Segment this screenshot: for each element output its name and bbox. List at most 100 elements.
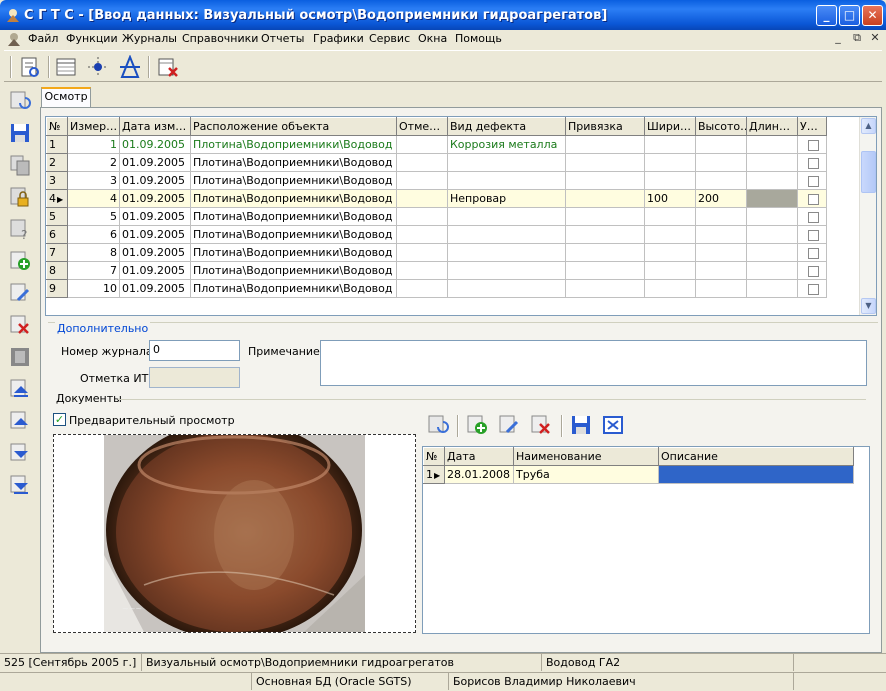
table-row[interactable]: 6 6 01.09.2005 Плотина\Водоприемники\Водово… xyxy=(46,225,827,244)
cell-location[interactable]: Плотина\Водоприемники\Водовод 1а xyxy=(190,135,397,154)
save-icon[interactable] xyxy=(569,413,593,437)
cell-measure[interactable]: 1 xyxy=(67,135,120,154)
menu-charts[interactable]: Графики xyxy=(313,32,364,45)
cell-measure[interactable]: 10 xyxy=(67,279,120,298)
doc-cell-name[interactable]: Труба xyxy=(513,465,659,484)
column-header-location[interactable]: Расположение объекта xyxy=(190,117,397,136)
table-row[interactable]: 3 3 01.09.2005 Плотина\Водоприемники\Водово… xyxy=(46,171,827,190)
document-row[interactable]: 1▶ 28.01.2008 Труба xyxy=(423,465,854,484)
menu-windows[interactable]: Окна xyxy=(418,32,447,45)
menu-functions[interactable]: Функции xyxy=(66,32,118,45)
row-checkbox[interactable] xyxy=(808,265,819,277)
film-icon[interactable] xyxy=(8,345,32,369)
doc-cell-date[interactable]: 28.01.2008 xyxy=(444,465,514,484)
table-row[interactable]: 5 5 01.09.2005 Плотина\Водоприемники\Водово… xyxy=(46,207,827,226)
cell-width[interactable] xyxy=(644,261,696,280)
cell-binding[interactable] xyxy=(565,135,645,154)
cell-mark[interactable] xyxy=(396,171,448,190)
cell-date[interactable]: 01.09.2005 xyxy=(119,207,191,226)
report-wizard-icon[interactable] xyxy=(18,55,42,79)
app-menu-icon[interactable] xyxy=(6,31,22,47)
menu-references[interactable]: Справочники xyxy=(182,32,258,45)
cell-measure[interactable]: 5 xyxy=(67,207,120,226)
pencil-icon[interactable] xyxy=(8,281,32,305)
scroll-thumb[interactable] xyxy=(861,151,876,193)
cell-location[interactable]: Плотина\Водоприемники\Водовод 5б xyxy=(190,279,397,298)
table-icon[interactable] xyxy=(54,55,78,79)
move-bottom-icon[interactable] xyxy=(8,473,32,497)
cell-defect[interactable] xyxy=(447,171,566,190)
cell-mark[interactable] xyxy=(396,261,448,280)
copy-icon[interactable] xyxy=(8,153,32,177)
cell-location[interactable]: Плотина\Водоприемники\Водовод 2а xyxy=(190,171,397,190)
menu-file[interactable]: Файл xyxy=(28,32,58,45)
cell-height[interactable] xyxy=(695,243,747,262)
cell-date[interactable]: 01.09.2005 xyxy=(119,171,191,190)
cell-length[interactable] xyxy=(746,189,798,208)
column-header-height[interactable]: Высото… xyxy=(695,117,747,136)
cell-date[interactable]: 01.09.2005 xyxy=(119,243,191,262)
cell-date[interactable]: 01.09.2005 xyxy=(119,135,191,154)
cell-mark[interactable] xyxy=(396,279,448,298)
it-mark-input[interactable] xyxy=(149,367,240,388)
table-row[interactable]: 1 1 01.09.2005 Плотина\Водоприемники\Водово… xyxy=(46,135,827,154)
row-checkbox[interactable] xyxy=(808,283,819,295)
add-icon[interactable] xyxy=(8,249,32,273)
column-header-date[interactable]: Дата изм… xyxy=(119,117,191,136)
cell-defect[interactable] xyxy=(447,279,566,298)
note-textarea[interactable] xyxy=(320,340,867,386)
cell-measure[interactable]: 2 xyxy=(67,153,120,172)
tab-inspection[interactable]: Осмотр xyxy=(41,87,91,107)
cell-width[interactable] xyxy=(644,135,696,154)
cell-length[interactable] xyxy=(746,225,798,244)
network-icon[interactable] xyxy=(86,55,110,79)
table-row[interactable]: 4▶ 4 01.09.2005 Плотина\Водоприемники\Водов… xyxy=(46,189,827,208)
cell-location[interactable]: Плотина\Водоприемники\Водовод 1б xyxy=(190,153,397,172)
cell-length[interactable] xyxy=(746,171,798,190)
cell-date[interactable]: 01.09.2005 xyxy=(119,279,191,298)
refresh-icon[interactable] xyxy=(426,413,450,437)
table-row[interactable]: 9 10 01.09.2005 Плотина\Водоприемники\Водов… xyxy=(46,279,827,298)
cell-mark[interactable] xyxy=(396,243,448,262)
cell-defect[interactable] xyxy=(447,225,566,244)
cell-defect[interactable] xyxy=(447,243,566,262)
add-icon[interactable] xyxy=(465,413,489,437)
cell-binding[interactable] xyxy=(565,153,645,172)
cell-mark[interactable] xyxy=(396,189,448,208)
cell-binding[interactable] xyxy=(565,279,645,298)
cell-length[interactable] xyxy=(746,243,798,262)
edit-icon[interactable]: ? xyxy=(8,217,32,241)
cell-defect[interactable] xyxy=(447,207,566,226)
doc-cell-description[interactable] xyxy=(658,465,854,484)
cell-defect[interactable] xyxy=(447,261,566,280)
journal-number-input[interactable]: 0 xyxy=(149,340,240,361)
lock-icon[interactable] xyxy=(8,185,32,209)
cell-binding[interactable] xyxy=(565,243,645,262)
cell-location[interactable]: Плотина\Водоприемники\Водовод 2б xyxy=(190,189,397,208)
column-header-width[interactable]: Шири… xyxy=(644,117,696,136)
move-down-icon[interactable] xyxy=(8,441,32,465)
cell-height[interactable] xyxy=(695,261,747,280)
cell-length[interactable] xyxy=(746,153,798,172)
row-checkbox[interactable] xyxy=(808,211,819,223)
column-header-no[interactable]: № xyxy=(46,117,68,136)
cell-measure[interactable]: 4 xyxy=(67,189,120,208)
refresh-icon[interactable] xyxy=(8,89,32,113)
cell-width[interactable] xyxy=(644,207,696,226)
move-top-icon[interactable] xyxy=(8,377,32,401)
cell-width[interactable] xyxy=(644,153,696,172)
cell-length[interactable] xyxy=(746,207,798,226)
preview-checkbox-label[interactable]: Предварительный просмотр xyxy=(69,414,235,427)
column-header-binding[interactable]: Привязка xyxy=(565,117,645,136)
mdi-minimize-button[interactable]: _ xyxy=(830,31,846,46)
delete-icon[interactable] xyxy=(8,313,32,337)
cell-width[interactable] xyxy=(644,279,696,298)
close-button[interactable]: ✕ xyxy=(862,5,883,26)
doc-column-header-name[interactable]: Наименование xyxy=(513,447,659,466)
cell-length[interactable] xyxy=(746,261,798,280)
delete-icon[interactable] xyxy=(529,413,553,437)
preview-checkbox[interactable]: ✓ xyxy=(53,413,66,426)
cell-binding[interactable] xyxy=(565,225,645,244)
cell-mark[interactable] xyxy=(396,207,448,226)
cell-measure[interactable]: 8 xyxy=(67,243,120,262)
